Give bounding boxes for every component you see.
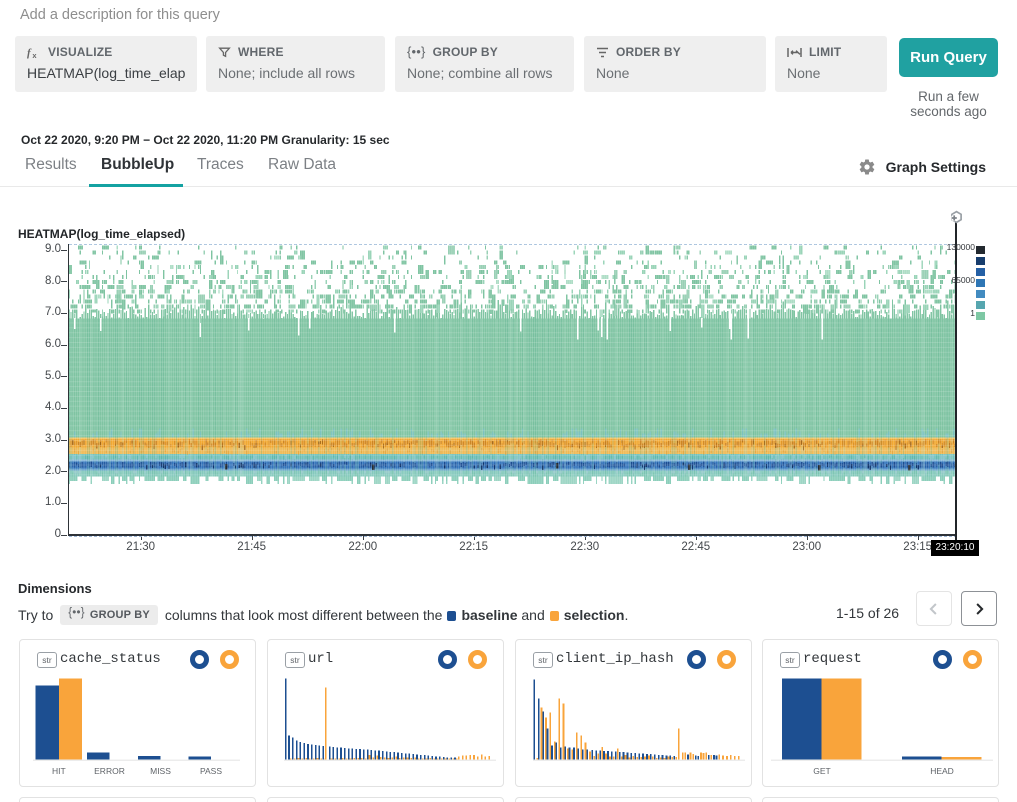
svg-text:x: x [32,51,37,59]
svg-text:f: f [27,47,32,59]
